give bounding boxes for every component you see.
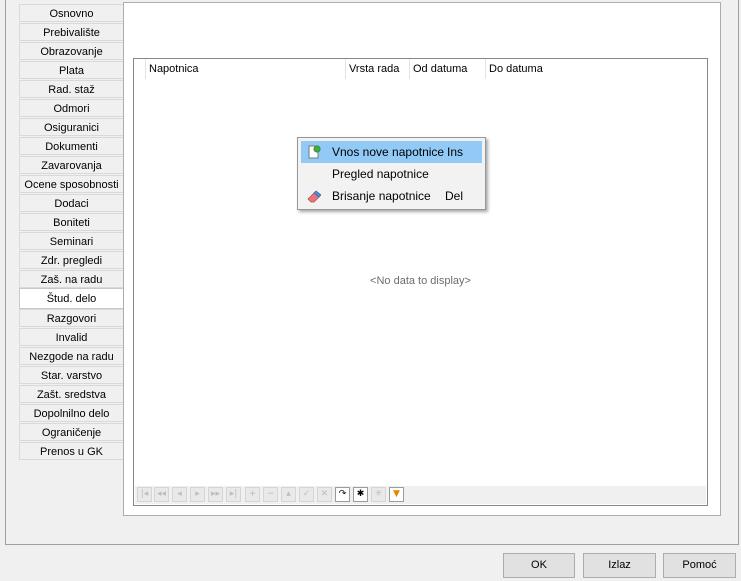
delete-icon[interactable]: − <box>263 487 278 502</box>
grid-navigator: |◂ ◂◂ ◂ ▸ ▸▸ ▸| + − ▴ ✓ ✕ ↷ ✱ ✳ ▼ <box>135 486 706 504</box>
tab-ogranicenje[interactable]: Ograničenje <box>19 423 123 441</box>
menu-item-vnos-nove-napotnice[interactable]: Vnos nove napotnice Ins <box>301 141 482 163</box>
tab-stud-delo[interactable]: Štud. delo <box>19 288 123 309</box>
tab-odmori[interactable]: Odmori <box>19 99 123 117</box>
data-grid[interactable]: Napotnica Vrsta rada Od datuma Do datuma… <box>133 58 708 506</box>
menu-label: Vnos nove napotnice <box>332 145 445 159</box>
tab-osnovno[interactable]: Osnovno <box>19 4 123 22</box>
menu-shortcut: Ins <box>447 145 464 159</box>
last-icon[interactable]: ▸| <box>226 487 241 502</box>
post-icon[interactable]: ✓ <box>299 487 314 502</box>
bookmark-icon[interactable]: ✱ <box>353 487 368 502</box>
tab-invalid[interactable]: Invalid <box>19 328 123 346</box>
tab-rad-staz[interactable]: Rad. staž <box>19 80 123 98</box>
tab-zas-na-radu[interactable]: Zaš. na radu <box>19 270 123 288</box>
next-page-icon[interactable]: ▸▸ <box>208 487 223 502</box>
tab-dodaci[interactable]: Dodaci <box>19 194 123 212</box>
tab-boniteti[interactable]: Boniteti <box>19 213 123 231</box>
eraser-icon <box>307 190 321 203</box>
column-header-od-datuma[interactable]: Od datuma <box>409 59 485 79</box>
append-icon[interactable]: + <box>245 487 260 502</box>
filter-icon[interactable]: ▼ <box>389 487 404 502</box>
column-header-vrsta-rada[interactable]: Vrsta rada <box>345 59 409 79</box>
tab-dokumenti[interactable]: Dokumenti <box>19 137 123 155</box>
tab-star-varstvo[interactable]: Star. varstvo <box>19 366 123 384</box>
tab-zavarovanja[interactable]: Zavarovanja <box>19 156 123 174</box>
tab-zdr-pregledi[interactable]: Zdr. pregledi <box>19 251 123 269</box>
tab-zast-sredstva[interactable]: Zašt. sredstva <box>19 385 123 403</box>
edit-icon[interactable]: ▴ <box>281 487 296 502</box>
prev-page-icon[interactable]: ◂◂ <box>154 487 169 502</box>
tab-dopolnilno-delo[interactable]: Dopolnilno delo <box>19 404 123 422</box>
tab-nezgode-na-radu[interactable]: Nezgode na radu <box>19 347 123 365</box>
ok-button[interactable]: OK <box>503 553 575 578</box>
context-menu: Vnos nove napotnice Ins Pregled napotnic… <box>297 137 486 210</box>
first-icon[interactable]: |◂ <box>137 487 152 502</box>
prev-icon[interactable]: ◂ <box>172 487 187 502</box>
tab-prebivaliste[interactable]: Prebivalište <box>19 23 123 41</box>
menu-label: Pregled napotnice <box>332 167 429 181</box>
goto-bookmark-icon[interactable]: ✳ <box>371 487 386 502</box>
tab-seminari[interactable]: Seminari <box>19 232 123 250</box>
grid-header: Napotnica Vrsta rada Od datuma Do datuma <box>134 59 707 79</box>
next-icon[interactable]: ▸ <box>190 487 205 502</box>
tab-strip: Osnovno Prebivalište Obrazovanje Plata R… <box>19 4 123 461</box>
menu-item-brisanje-napotnice[interactable]: Brisanje napotnice Del <box>301 185 482 207</box>
menu-item-pregled-napotnice[interactable]: Pregled napotnice <box>301 163 482 185</box>
refresh-icon[interactable]: ↷ <box>335 487 350 502</box>
tab-ocene-sposobnosti[interactable]: Ocene sposobnosti <box>19 175 123 193</box>
tab-plata[interactable]: Plata <box>19 61 123 79</box>
column-header-do-datuma[interactable]: Do datuma <box>485 59 575 79</box>
exit-button[interactable]: Izlaz <box>583 553 656 578</box>
column-header-napotnica[interactable]: Napotnica <box>145 59 345 79</box>
new-document-icon <box>308 145 321 159</box>
menu-shortcut: Del <box>445 189 464 203</box>
cancel-icon[interactable]: ✕ <box>317 487 332 502</box>
empty-grid-message: <No data to display> <box>370 275 471 287</box>
tab-prenos-u-gk[interactable]: Prenos u GK <box>19 442 123 460</box>
tab-obrazovanje[interactable]: Obrazovanje <box>19 42 123 60</box>
tab-razgovori[interactable]: Razgovori <box>19 309 123 327</box>
tab-osiguranici[interactable]: Osiguranici <box>19 118 123 136</box>
menu-label: Brisanje napotnice <box>332 189 431 203</box>
help-button[interactable]: Pomoć <box>663 553 736 578</box>
